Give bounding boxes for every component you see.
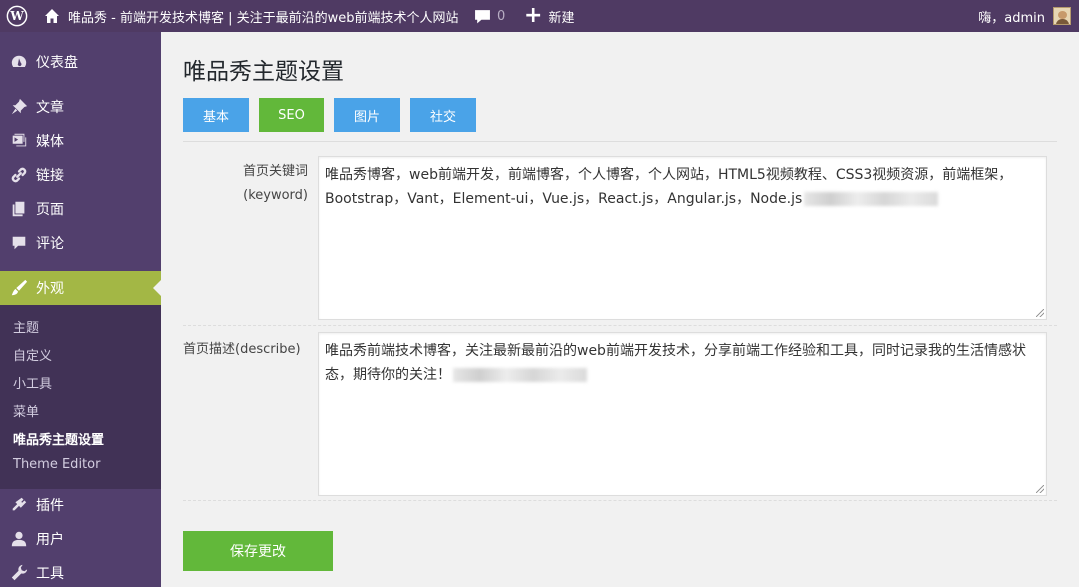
account-greeting: 嗨，admin — [978, 10, 1045, 26]
tab-seo[interactable]: SEO — [259, 98, 324, 132]
wrench-icon — [0, 556, 36, 587]
menu-label: 工具 — [36, 566, 64, 582]
menu-users[interactable]: 用户 — [0, 522, 161, 556]
keyword-label-en: (keyword) — [243, 188, 308, 203]
blurred-text — [453, 368, 587, 382]
plugin-icon — [0, 488, 36, 522]
menu-label: 用户 — [36, 532, 64, 548]
admin-bar: W 唯品秀 - 前端开发技术博客 | 关注于最前沿的web前端技术个人网站 0 … — [0, 0, 1079, 32]
resize-handle-icon[interactable] — [1036, 485, 1044, 493]
current-menu-arrow — [153, 280, 161, 296]
save-button[interactable]: 保存更改 — [183, 531, 333, 571]
field-divider — [183, 325, 1057, 326]
submenu-theme-settings[interactable]: 唯品秀主题设置 — [13, 429, 104, 448]
comments-link[interactable]: 0 — [474, 0, 505, 32]
site-title: 唯品秀 - 前端开发技术博客 | 关注于最前沿的web前端技术个人网站 — [68, 10, 459, 26]
menu-label: 页面 — [36, 202, 64, 218]
menu-label: 文章 — [36, 100, 64, 116]
menu-appearance[interactable]: 外观 — [0, 271, 161, 305]
submenu-widgets[interactable]: 小工具 — [13, 373, 52, 392]
comments-count: 0 — [497, 8, 506, 24]
my-account-menu[interactable]: 嗨，admin — [978, 0, 1071, 32]
home-icon — [45, 9, 59, 23]
menu-pages[interactable]: 页面 — [0, 192, 161, 226]
menu-media[interactable]: 媒体 — [0, 124, 161, 158]
menu-comments[interactable]: 评论 — [0, 226, 161, 260]
wordpress-logo-icon[interactable]: W — [6, 0, 30, 32]
field-divider — [183, 500, 1057, 501]
tab-basic[interactable]: 基本 — [183, 98, 249, 132]
submenu-themes[interactable]: 主题 — [13, 317, 39, 336]
submenu-customize[interactable]: 自定义 — [13, 345, 52, 364]
tabs-divider — [183, 141, 1057, 142]
menu-tools[interactable]: 工具 — [0, 556, 161, 587]
menu-label: 外观 — [36, 281, 64, 297]
avatar — [1053, 7, 1071, 25]
dashboard-icon — [0, 45, 36, 79]
menu-label: 仪表盘 — [36, 55, 78, 71]
tab-social[interactable]: 社交 — [410, 98, 476, 132]
submenu-theme-editor[interactable]: Theme Editor — [13, 457, 100, 472]
submenu-menus[interactable]: 菜单 — [13, 401, 39, 420]
comment-icon — [0, 226, 36, 260]
describe-text: 唯品秀前端技术博客，关注最新最前沿的web前端开发技术，分享前端工作经验和工具，… — [325, 343, 1026, 383]
menu-label: 插件 — [36, 498, 64, 514]
resize-handle-icon[interactable] — [1036, 309, 1044, 317]
blurred-text — [804, 192, 939, 206]
page-title: 唯品秀主题设置 — [183, 59, 344, 85]
menu-label: 链接 — [36, 168, 64, 184]
page-icon — [0, 192, 36, 226]
describe-label: 首页描述(describe) — [183, 342, 301, 357]
menu-dashboard[interactable]: 仪表盘 — [0, 45, 161, 79]
keyword-label: 首页关键词 — [242, 164, 308, 179]
site-name-link[interactable]: 唯品秀 - 前端开发技术博客 | 关注于最前沿的web前端技术个人网站 — [44, 0, 458, 32]
menu-posts[interactable]: 文章 — [0, 90, 161, 124]
describe-textarea[interactable]: 唯品秀前端技术博客，关注最新最前沿的web前端开发技术，分享前端工作经验和工具，… — [318, 332, 1047, 496]
brush-icon — [0, 271, 36, 305]
tab-images[interactable]: 图片 — [334, 98, 400, 132]
main-content: 唯品秀主题设置 基本 SEO 图片 社交 首页关键词 (keyword) 唯品秀… — [161, 32, 1079, 587]
user-icon — [0, 522, 36, 556]
appearance-submenu: 主题 自定义 小工具 菜单 唯品秀主题设置 Theme Editor — [0, 305, 161, 489]
keyword-textarea[interactable]: 唯品秀博客，web前端开发，前端博客，个人博客，个人网站，HTML5视频教程、C… — [318, 156, 1047, 320]
pin-icon — [0, 90, 36, 124]
menu-label: 评论 — [36, 236, 64, 252]
link-icon — [0, 158, 36, 192]
menu-links[interactable]: 链接 — [0, 158, 161, 192]
new-content-label: 新建 — [548, 10, 575, 26]
admin-sidebar: 仪表盘 文章 媒体 链接 页面 评论 外观 主题 自定义 小工具 菜单 唯品秀主… — [0, 32, 161, 587]
media-icon — [0, 124, 36, 158]
menu-label: 媒体 — [36, 134, 64, 150]
menu-plugins[interactable]: 插件 — [0, 488, 161, 522]
plus-icon: + — [524, 3, 543, 28]
new-content-menu[interactable]: + 新建 — [524, 0, 574, 32]
svg-text:W: W — [9, 9, 24, 23]
comment-bubble-icon — [475, 9, 490, 23]
